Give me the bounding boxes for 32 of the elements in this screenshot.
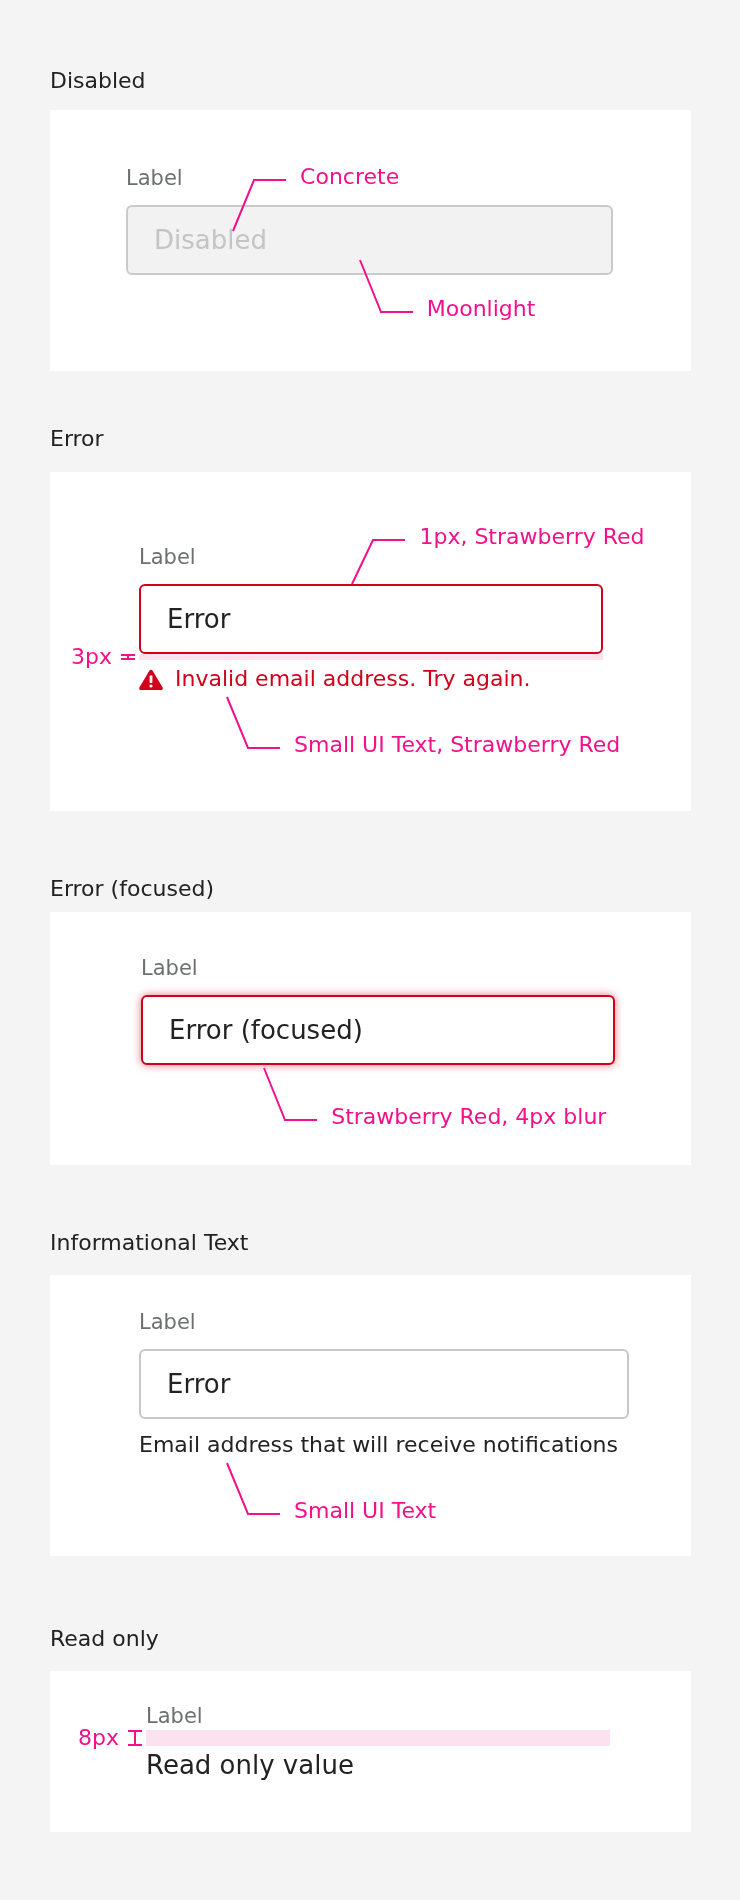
annotation-label: Moonlight [426,295,536,323]
dimension-bracket-icon [121,654,135,660]
leader-line [358,259,414,313]
warning-icon [139,668,163,690]
section-title: Read only [50,1625,159,1653]
annotation-label: Small UI Text, Strawberry Red [294,731,621,759]
annotation-label: 1px, Strawberry Red [419,523,645,551]
annotation-label: Strawberry Red, 4px blur [331,1103,607,1131]
field-label: Label [139,544,196,571]
section-title: Disabled [50,67,146,95]
section-title: Error [50,425,104,453]
section-title: Error (focused) [50,875,214,903]
text-field[interactable]: Error [139,584,603,654]
help-text: Email address that will receive notifications [139,1431,618,1459]
text-field[interactable]: Error (focused) [141,995,615,1065]
text-field[interactable]: Error [139,1349,629,1419]
leader-line [226,1462,281,1515]
dimension-label: 3px [71,643,112,671]
field-label: Label [141,955,198,982]
field-label: Label [126,165,183,192]
annotation-label: Concrete [300,163,400,192]
field-label: Label [139,1309,196,1336]
leader-line [351,539,407,585]
dimension-bracket-icon [128,1730,142,1746]
error-message: Invalid email address. Try again. [175,665,531,693]
read-only-value: Read only value [146,1750,354,1780]
leader-line [226,696,281,749]
section-title: Informational Text [50,1229,249,1257]
annotation-label: Small UI Text [294,1497,437,1525]
field-label: Label [146,1703,203,1730]
leader-line [263,1067,319,1121]
dimension-label: 8px [78,1724,119,1752]
